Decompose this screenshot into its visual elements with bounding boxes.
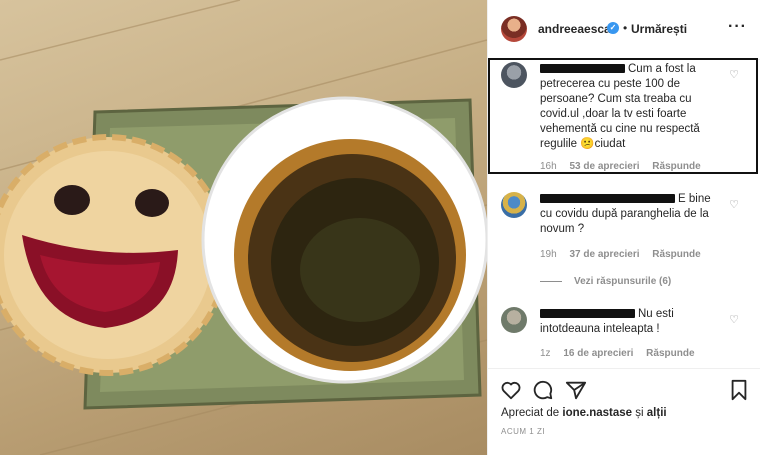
post-photo[interactable]	[0, 0, 487, 455]
highlight-frame	[488, 58, 758, 174]
comment-text: E bine cu covidu după paranghelia de la …	[540, 193, 711, 235]
smiley-cookie	[0, 134, 229, 376]
comment-time: 19h	[540, 249, 557, 260]
username-link[interactable]: andreeaesca	[538, 22, 611, 36]
following-button[interactable]: Urmărești	[631, 22, 687, 36]
comment-time: 1z	[540, 348, 551, 359]
replies-divider	[540, 280, 562, 282]
comment-icon[interactable]	[532, 379, 554, 401]
heart-icon[interactable]	[500, 379, 522, 401]
reply-button[interactable]: Răspunde	[646, 348, 694, 359]
liked-by-user[interactable]: ione.nastase	[562, 407, 632, 419]
profile-avatar[interactable]	[501, 16, 527, 42]
redacted-username	[540, 194, 675, 204]
comment-like-icon[interactable]: ♡	[729, 198, 739, 211]
coffee-cookie-photo	[0, 0, 487, 455]
share-icon[interactable]	[565, 379, 587, 401]
commenter-avatar[interactable]	[501, 307, 527, 333]
redacted-username	[540, 309, 635, 319]
commenter-avatar[interactable]	[501, 192, 527, 218]
coffee-cup	[201, 96, 487, 384]
verified-badge-icon: ✓	[607, 22, 619, 34]
liked-by-text: Apreciat de ione.nastase și alții	[501, 407, 667, 419]
more-options-icon[interactable]: ···	[728, 18, 747, 36]
post-timestamp: ACUM 1 ZI	[501, 427, 546, 436]
liked-by-others[interactable]: alții	[647, 407, 667, 419]
bookmark-icon[interactable]	[728, 379, 750, 401]
comment-meta: 19h 37 de aprecieri Răspunde	[540, 249, 711, 260]
post-header: andreeaesca ✓ • Urmărești ···	[488, 0, 760, 60]
comment-text: Nu esti intotdeauna inteleapta !	[540, 308, 674, 335]
comment-likes[interactable]: 16 de aprecieri	[563, 348, 633, 359]
post-side-panel: andreeaesca ✓ • Urmărești ··· Cum a fost…	[487, 0, 760, 455]
view-replies-button[interactable]: Vezi răspunsurile (6)	[540, 276, 671, 287]
comment-meta: 1z 16 de aprecieri Răspunde	[540, 348, 705, 359]
post-actions: Apreciat de ione.nastase și alții ACUM 1…	[488, 368, 760, 455]
separator-dot: •	[623, 21, 628, 35]
reply-button[interactable]: Răspunde	[652, 249, 700, 260]
comment-likes[interactable]: 37 de aprecieri	[569, 249, 639, 260]
comment-like-icon[interactable]: ♡	[729, 313, 739, 326]
